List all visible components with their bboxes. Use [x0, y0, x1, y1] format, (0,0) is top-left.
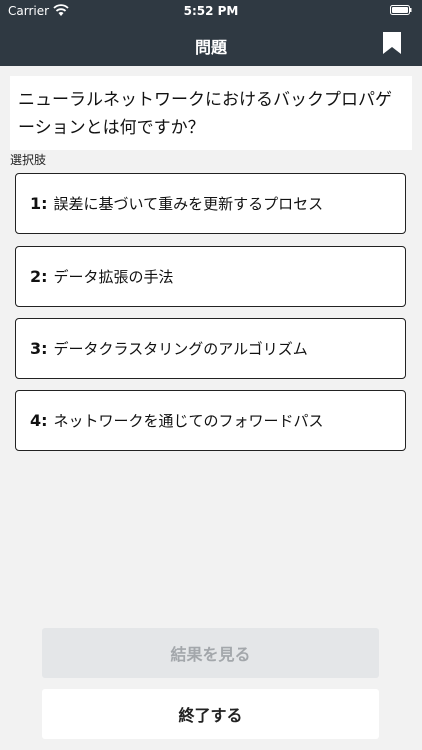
- choice-text: 誤差に基づいて重みを更新するプロセス: [53, 195, 324, 213]
- header: Carrier 5:52 PM 問題: [0, 0, 422, 66]
- show-result-button[interactable]: 結果を見る: [42, 628, 379, 678]
- finish-button[interactable]: 終了する: [42, 689, 379, 739]
- status-bar: Carrier 5:52 PM: [0, 0, 422, 22]
- battery-icon: [390, 5, 412, 15]
- page-title: 問題: [194, 38, 227, 57]
- bookmark-icon[interactable]: [382, 31, 402, 55]
- choice-number: 1:: [30, 194, 48, 213]
- choice-number: 2:: [30, 267, 48, 286]
- choice-1[interactable]: 1: 誤差に基づいて重みを更新するプロセス: [15, 173, 406, 234]
- status-time: 5:52 PM: [183, 4, 239, 18]
- choices-label: 選択肢: [10, 153, 47, 167]
- choice-3[interactable]: 3: データクラスタリングのアルゴリズム: [15, 318, 406, 379]
- choice-number: 3:: [30, 339, 48, 358]
- choice-text: データ拡張の手法: [53, 268, 174, 286]
- choice-number: 4:: [30, 411, 48, 430]
- choice-2[interactable]: 2: データ拡張の手法: [15, 246, 406, 307]
- choice-text: データクラスタリングのアルゴリズム: [53, 340, 308, 358]
- choice-text: ネットワークを通じてのフォワードパス: [53, 412, 324, 430]
- choice-4[interactable]: 4: ネットワークを通じてのフォワードパス: [15, 390, 406, 451]
- question-text: ニューラルネットワークにおけるバックプロパゲーションとは何ですか？: [10, 76, 412, 150]
